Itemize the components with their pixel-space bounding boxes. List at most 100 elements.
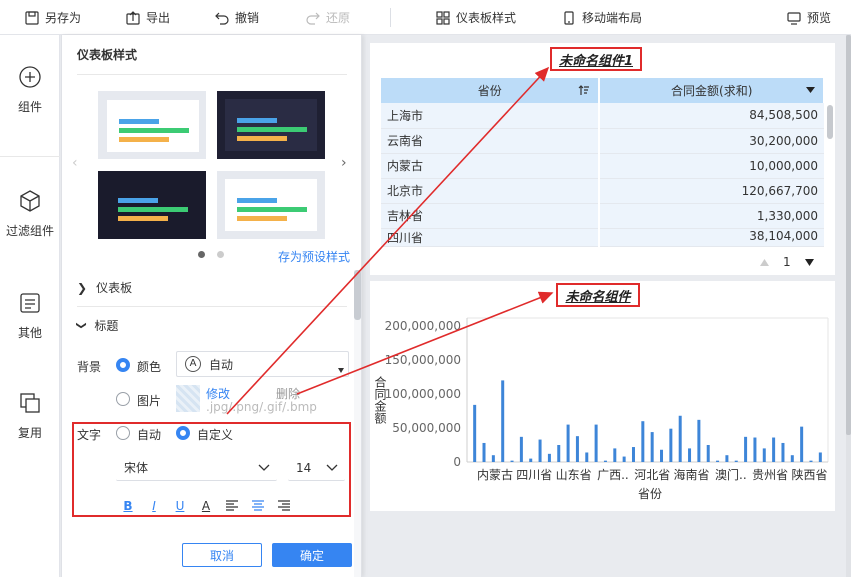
save-as-button[interactable]: 另存为 — [25, 0, 81, 35]
chart-bar — [669, 428, 673, 462]
table-cell: 内蒙古 — [381, 153, 601, 179]
chart-bar — [510, 460, 514, 462]
column-header-label: 省份 — [477, 84, 502, 98]
panel-scrollbar[interactable] — [354, 270, 361, 320]
undo-button[interactable]: 撤销 — [215, 0, 259, 35]
theme-bar — [237, 136, 287, 141]
rail-label: 组件 — [17, 100, 42, 114]
theme-card-light-2[interactable] — [217, 171, 325, 239]
column-header-amount[interactable]: 合同金额(求和) — [599, 78, 825, 103]
x-tick-label: 澳门.. — [715, 467, 747, 482]
mobile-layout-button[interactable]: 移动端布局 — [562, 0, 642, 35]
rail-divider — [0, 156, 60, 157]
table-row[interactable]: 吉林省 1,330,000 — [381, 203, 824, 229]
section-label: 标题 — [94, 319, 119, 333]
theme-bar — [237, 216, 287, 221]
theme-bar — [119, 128, 189, 133]
theme-card-dark-1[interactable] — [217, 91, 325, 159]
chart-bar — [678, 415, 682, 462]
table-scrollbar[interactable] — [827, 105, 833, 139]
table-pager: 1 — [760, 255, 814, 269]
next-page-icon[interactable] — [804, 258, 814, 266]
table-cell: 1,330,000 — [599, 203, 824, 229]
x-tick-label: 内蒙古 — [477, 467, 513, 482]
section-title-header[interactable]: ❯ 标题 — [76, 317, 119, 334]
bg-color-radio[interactable] — [116, 358, 130, 372]
table-header-row: 省份 合同金额(求和) — [381, 78, 825, 103]
table-cell: 吉林省 — [381, 203, 601, 229]
save-preset-link[interactable]: 存为预设样式 — [278, 248, 350, 265]
table-cell: 云南省 — [381, 128, 601, 154]
redo-icon — [306, 12, 320, 25]
carousel-dot-active[interactable] — [198, 251, 205, 258]
chart-bar — [660, 449, 664, 462]
chart-bar — [491, 455, 495, 462]
bg-color-select[interactable]: A 自动 — [176, 351, 349, 377]
table-row[interactable]: 四川省 38,104,000 — [381, 228, 824, 247]
chart-widget[interactable]: 未命名组件 200,000,000 150,000,000 100,000,000 5… — [370, 281, 835, 511]
export-label: 导出 — [146, 11, 171, 25]
table-row[interactable]: 北京市 120,667,700 — [381, 178, 824, 204]
preview-button[interactable]: 预览 — [787, 0, 831, 35]
theme-bar — [237, 127, 307, 132]
redo-label: 还原 — [326, 11, 351, 25]
confirm-button[interactable]: 确定 — [272, 543, 352, 567]
bg-image-radio[interactable] — [116, 392, 130, 406]
auto-a-icon: A — [185, 356, 201, 372]
table-row[interactable]: 上海市 84,508,500 — [381, 103, 824, 129]
stack-icon — [20, 393, 40, 413]
y-axis-label: 合同金额 — [373, 375, 387, 425]
canvas-scrollbar[interactable] — [846, 35, 851, 577]
table-widget[interactable]: 未命名组件1 省份 合同金额(求和) 上海市 84,508,500 云南省 30,2… — [370, 43, 835, 275]
chart-bar — [547, 453, 551, 462]
chart-bar — [781, 442, 785, 462]
save-as-label: 另存为 — [45, 11, 82, 25]
table-row[interactable]: 内蒙古 10,000,000 — [381, 153, 824, 179]
divider — [77, 74, 347, 75]
dropdown-triangle-icon[interactable] — [806, 87, 815, 94]
panel-title: 仪表板样式 — [77, 48, 138, 62]
prev-page-icon[interactable] — [760, 258, 769, 266]
chart-bar — [585, 452, 589, 462]
carousel-prev-icon[interactable]: ‹ — [72, 155, 78, 171]
cancel-button[interactable]: 取消 — [182, 543, 262, 567]
bg-format-hint: .jpg/.png/.gif/.bmp — [206, 400, 317, 414]
table-row[interactable]: 云南省 30,200,000 — [381, 128, 824, 154]
bg-color-value: 自动 — [209, 357, 234, 372]
carousel-next-icon[interactable]: › — [341, 155, 347, 171]
preview-label: 预览 — [807, 11, 832, 25]
chart-bar — [725, 455, 729, 462]
y-tick-label: 0 — [453, 455, 461, 469]
carousel-dot[interactable] — [217, 251, 224, 258]
column-header-province[interactable]: 省份 — [381, 78, 601, 103]
chart-bar — [753, 437, 757, 462]
table-cell: 30,200,000 — [599, 128, 824, 154]
toolbar-divider — [390, 8, 391, 27]
chart-bar — [603, 460, 607, 462]
rail-item-reuse[interactable]: 复用 — [0, 392, 60, 441]
canvas-scroll-thumb[interactable] — [846, 35, 851, 435]
grid-icon — [436, 10, 450, 25]
theme-bar — [237, 198, 277, 203]
page-number[interactable]: 1 — [783, 255, 791, 269]
y-tick-label: 150,000,000 — [385, 353, 461, 367]
section-dashboard-header[interactable]: ❯ 仪表板 — [77, 279, 132, 296]
dashboard-style-button[interactable]: 仪表板样式 — [436, 0, 516, 35]
sort-icon[interactable] — [578, 85, 590, 96]
chevron-right-icon: ❯ — [77, 280, 88, 295]
theme-bar — [237, 118, 277, 123]
rail-item-components[interactable]: 组件 — [0, 66, 60, 115]
theme-card-light-1[interactable] — [98, 91, 206, 159]
theme-card-dark-2[interactable] — [98, 171, 206, 239]
monitor-icon — [787, 11, 801, 25]
table-widget-title[interactable]: 未命名组件1 — [550, 47, 642, 71]
bg-image-label: 图片 — [137, 394, 162, 408]
chart-bar — [613, 448, 617, 462]
rail-item-other[interactable]: 其他 — [0, 292, 60, 341]
export-button[interactable]: 导出 — [126, 0, 170, 35]
rail-item-filter[interactable]: 过滤组件 — [0, 190, 60, 239]
chart-bar — [762, 448, 766, 462]
chart-bar — [538, 439, 542, 462]
redo-button[interactable]: 还原 — [306, 0, 350, 35]
table-cell: 10,000,000 — [599, 153, 824, 179]
